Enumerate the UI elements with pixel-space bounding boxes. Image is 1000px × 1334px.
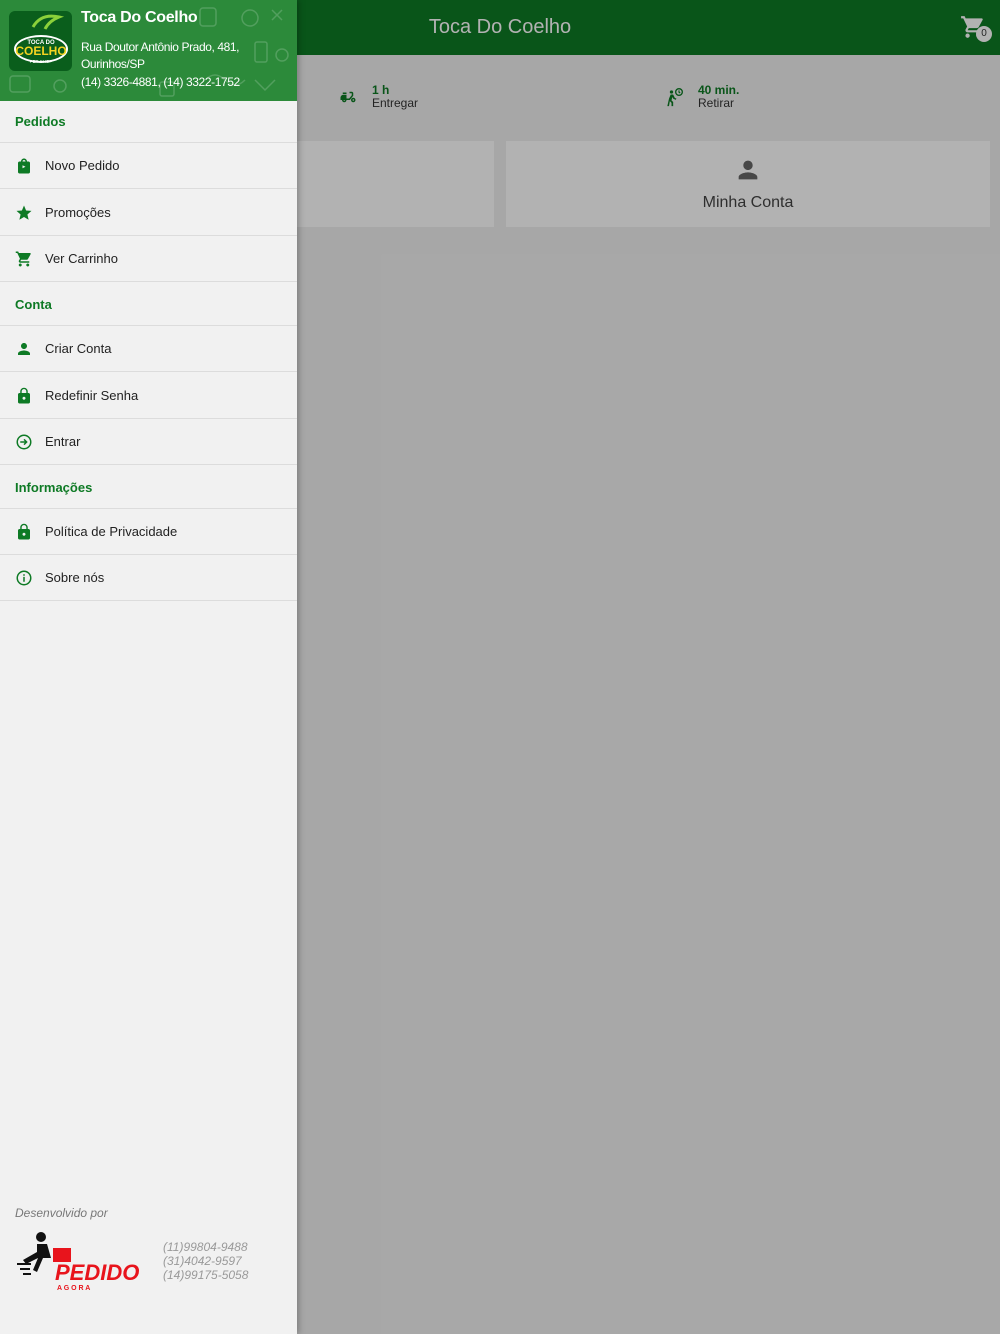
developer-brand-sub: A G O R A xyxy=(57,1285,90,1292)
person-icon xyxy=(15,340,33,358)
section-title-info: Informações xyxy=(0,467,297,509)
shopping-bag-icon xyxy=(15,157,33,175)
info-icon xyxy=(15,569,33,587)
store-phones: (14) 3326-4881, (14) 3322-1752 xyxy=(81,75,240,89)
store-logo: TOCA DO COELHO PET SHOP xyxy=(9,11,72,71)
menu-item-label: Novo Pedido xyxy=(45,158,120,173)
star-icon xyxy=(15,204,33,222)
logo-text-main: COELHO xyxy=(15,44,66,58)
menu-item-label: Promoções xyxy=(45,205,111,220)
menu-item-label: Entrar xyxy=(45,434,81,449)
store-name: Toca Do Coelho xyxy=(81,9,198,26)
menu-item-privacy-policy[interactable]: Política de Privacidade xyxy=(0,509,297,555)
developer-logo[interactable]: PEDIDO A G O R A xyxy=(15,1230,145,1294)
logo-text-sub: PET SHOP xyxy=(29,59,52,64)
cart-icon xyxy=(15,250,33,268)
menu-item-label: Criar Conta xyxy=(45,341,112,356)
lock-icon xyxy=(15,523,33,541)
menu-item-new-order[interactable]: Novo Pedido xyxy=(0,143,297,189)
menu-item-view-cart[interactable]: Ver Carrinho xyxy=(0,236,297,282)
menu-item-create-account[interactable]: Criar Conta xyxy=(0,326,297,372)
developer-phone: (31)4042-9597 xyxy=(163,1254,242,1268)
menu-item-label: Ver Carrinho xyxy=(45,251,118,266)
menu-item-about-us[interactable]: Sobre nós xyxy=(0,555,297,601)
section-title-orders: Pedidos xyxy=(0,101,297,143)
menu-item-login[interactable]: Entrar xyxy=(0,419,297,465)
developer-phone: (11)99804-9488 xyxy=(163,1240,248,1254)
developed-by-label: Desenvolvido por xyxy=(15,1206,108,1220)
developer-phone: (14)99175-5058 xyxy=(163,1268,249,1282)
menu-item-label: Sobre nós xyxy=(45,570,105,585)
store-address: Rua Doutor Antônio Prado, 481, Ourinhos/… xyxy=(81,40,240,71)
section-title-account: Conta xyxy=(0,284,297,326)
menu-item-label: Redefinir Senha xyxy=(45,388,139,403)
menu-item-reset-password[interactable]: Redefinir Senha xyxy=(0,373,297,419)
side-drawer: TOCA DO COELHO PET SHOP Toca Do Coelho R… xyxy=(0,0,297,1334)
developer-phones: (11)99804-9488 (31)4042-9597 (14)99175-5… xyxy=(163,1240,248,1282)
lock-icon xyxy=(15,387,33,405)
menu-item-promotions[interactable]: Promoções xyxy=(0,190,297,236)
drawer-header: TOCA DO COELHO PET SHOP Toca Do Coelho R… xyxy=(0,0,297,101)
menu-item-label: Política de Privacidade xyxy=(45,524,178,539)
developer-brand-main: PEDIDO xyxy=(55,1260,139,1285)
login-icon xyxy=(15,433,33,451)
